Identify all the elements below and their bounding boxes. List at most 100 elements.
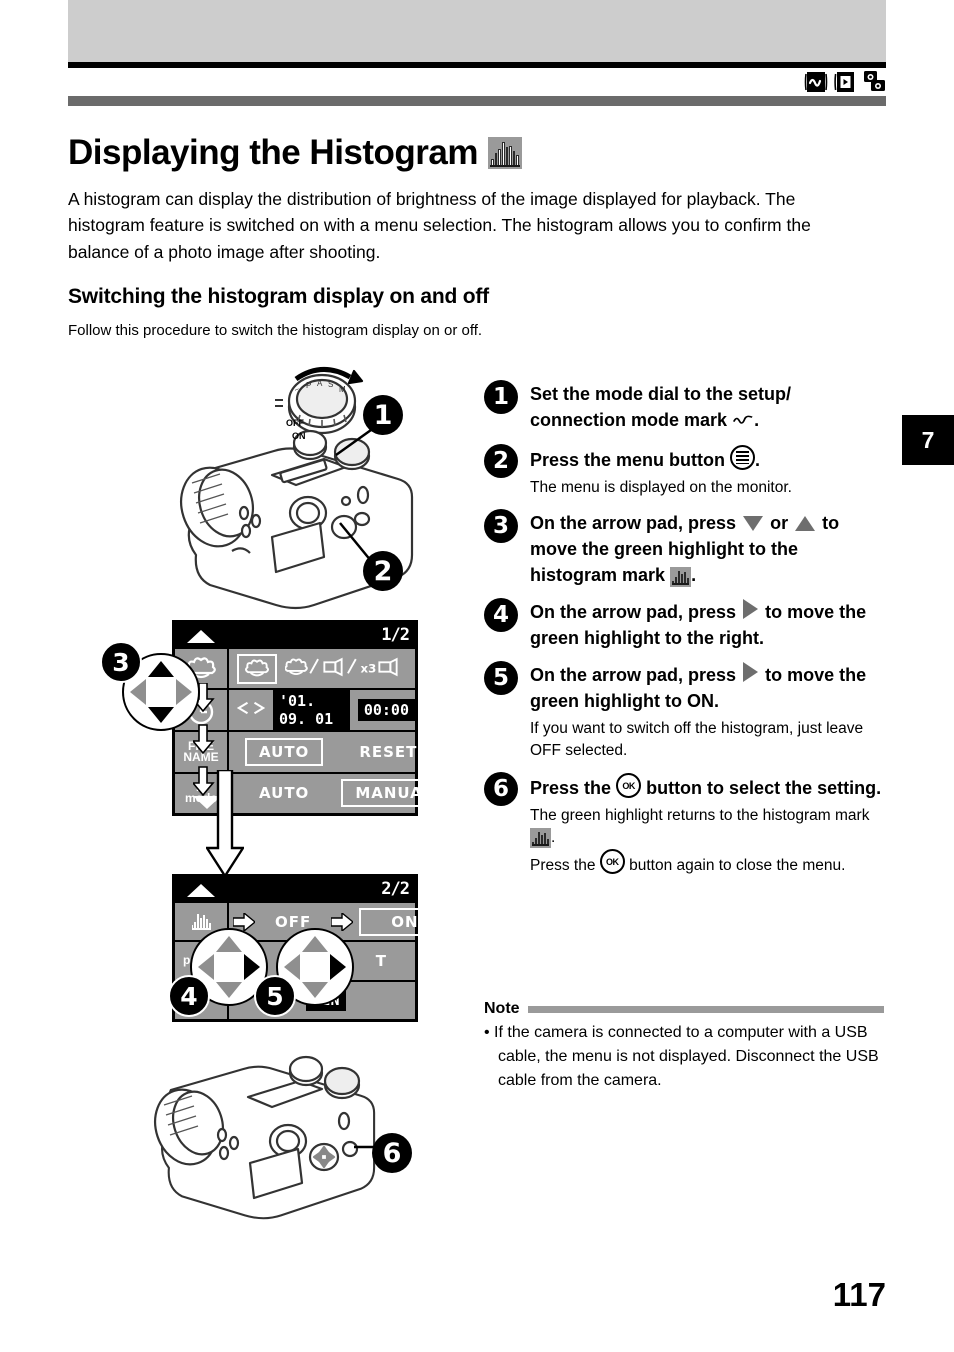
- right-triangle-icon: [743, 599, 759, 619]
- step-3-text: On the arrow pad, press or to move the g…: [530, 510, 884, 588]
- arrow-pad-right-icon: [244, 954, 260, 980]
- step-6-sub-d: Press the: [530, 857, 596, 874]
- arrow-pad-left-icon: [198, 954, 214, 980]
- header-band: [68, 0, 886, 62]
- step-1-line-a: Set the mode dial to the setup/: [530, 384, 792, 404]
- note-header: Note: [484, 1000, 884, 1018]
- svg-text:M: M: [339, 385, 346, 394]
- step-3-or: or: [770, 513, 789, 533]
- step-1-period: .: [754, 410, 760, 430]
- note-rule: [527, 1005, 884, 1013]
- page-title-text: Displaying the Histogram: [68, 133, 479, 173]
- connection-mode-mark-icon: [732, 411, 754, 432]
- step-6-line-a: Press the: [530, 778, 612, 798]
- step-1: 1 Set the mode dial to the setup/ connec…: [484, 380, 884, 434]
- callout-5-number: 5: [266, 981, 284, 1011]
- lcd1-page-indicator: 1/2: [381, 625, 410, 645]
- note-item: • If the camera is connected to a comput…: [484, 1024, 879, 1089]
- date-order-icon: [236, 700, 266, 721]
- down-triangle-icon: [743, 516, 764, 531]
- lcd2-topbar: 2/2: [175, 877, 415, 903]
- lcd1-time-value: 00:00: [357, 699, 415, 722]
- histogram-icon: [488, 137, 523, 170]
- arrow-pad-up-icon: [148, 661, 174, 677]
- step-5-text: On the arrow pad, press to move the gree…: [530, 662, 884, 714]
- callout-2: 2: [363, 551, 403, 591]
- step-6-text: Press the button to select the setting.: [530, 773, 884, 801]
- lcd1-filename-auto: AUTO: [245, 737, 324, 766]
- callout-2-number: 2: [373, 555, 393, 587]
- page-number: 117: [832, 1276, 886, 1313]
- step-1-text: Set the mode dial to the setup/ connecti…: [530, 381, 884, 434]
- arrow-pad-down-icon: [216, 982, 242, 998]
- lcd1-macro-options: x3: [284, 656, 403, 682]
- step-1-number: 1: [484, 380, 518, 414]
- step-2-subtext: The menu is displayed on the monitor.: [530, 479, 792, 496]
- step-6-sub-b: histogram mark: [762, 807, 870, 824]
- callout-4: 4: [168, 975, 210, 1017]
- step-4-text: On the arrow pad, press to move the gree…: [530, 599, 884, 651]
- menu-button-icon: [730, 445, 756, 470]
- step-4-body: On the arrow pad, press to move the gree…: [530, 598, 884, 651]
- callout-3: 3: [100, 641, 142, 683]
- step-4-line-a: On the arrow pad, press: [530, 602, 737, 622]
- step-6-number: 6: [484, 772, 518, 806]
- lcd2-scroll-up-icon: [187, 884, 215, 897]
- lcd1-mmode-manual: MANUAL: [341, 779, 448, 808]
- lcd1-date-value: '01. 09. 01: [273, 690, 350, 731]
- step-1-line-b: connection mode mark: [530, 410, 728, 430]
- right-triangle-icon: [743, 662, 759, 682]
- step-5-number: 5: [484, 661, 518, 695]
- svg-text:P: P: [306, 381, 311, 390]
- dial-off-label: OFF: [286, 418, 304, 428]
- header-rule: [68, 62, 886, 68]
- histogram-icon: [191, 912, 212, 932]
- ok-button-icon: [616, 773, 642, 798]
- flow-connector-arrow: [204, 768, 246, 882]
- up-triangle-icon: [795, 516, 816, 531]
- note-label: Note: [484, 1000, 520, 1017]
- step-6-body: Press the button to select the setting. …: [530, 772, 884, 877]
- step-5-subtext: If you want to switch off the histogram,…: [530, 720, 864, 759]
- section-subcopy: Follow this procedure to switch the hist…: [68, 322, 483, 339]
- step-5-line-a: On the arrow pad, press: [530, 665, 737, 685]
- step-6-sub-e: button again to close the menu.: [629, 857, 846, 874]
- lcd2-row2-option: T: [375, 951, 387, 970]
- lcd1-topbar: 1/2: [175, 623, 415, 649]
- arrow-pad-right-icon: [176, 679, 192, 705]
- lcd1-mmode-auto: AUTO: [259, 784, 310, 803]
- callout-5: 5: [254, 975, 296, 1017]
- step-3: 3 On the arrow pad, press or to move the…: [484, 509, 884, 588]
- arrow-pad-left-icon: [284, 954, 300, 980]
- callout-1-number: 1: [373, 399, 393, 431]
- step-1-body: Set the mode dial to the setup/ connecti…: [530, 380, 884, 434]
- intro-paragraph: A histogram can display the distribution…: [68, 188, 811, 262]
- setup-connection-mode-icon: [804, 70, 828, 94]
- ok-button-icon: [599, 849, 625, 874]
- right-arrow-icon: [331, 912, 354, 931]
- step-6-subtext: The green highlight returns to the histo…: [530, 805, 884, 877]
- steps-list: 1 Set the mode dial to the setup/ connec…: [484, 380, 884, 887]
- dual-camera-mode-icon: [862, 70, 886, 94]
- histogram-icon: [670, 567, 692, 587]
- step-3-number: 3: [484, 509, 518, 543]
- lcd1-datetime-values: '01. 09. 01 00:00: [229, 690, 415, 731]
- step-5: 5 On the arrow pad, press to move the gr…: [484, 661, 884, 762]
- title-accent-bar: [68, 96, 886, 106]
- callout-1: 1: [363, 395, 403, 435]
- step-2-text: Press the menu button .: [530, 445, 884, 473]
- callout-3-number: 3: [112, 647, 130, 677]
- step-6-line-b: button to select the setting.: [646, 778, 882, 798]
- step-6: 6 Press the button to select the setting…: [484, 772, 884, 877]
- dial-on-label: ON: [292, 431, 306, 441]
- arrow-pad-down-icon: [302, 982, 328, 998]
- step-6-sub-c: .: [551, 829, 556, 846]
- page-title: Displaying the Histogram: [68, 131, 886, 175]
- chapter-tab: 7: [902, 415, 954, 465]
- chapter-tab-number: 7: [921, 426, 935, 453]
- lcd2-histogram-values: OFF ON: [229, 903, 451, 940]
- step-4-number: 4: [484, 598, 518, 632]
- manual-page: Displaying the Histogram A histogram can…: [0, 0, 954, 1352]
- note-section: Note • If the camera is connected to a c…: [484, 1000, 884, 1093]
- arrow-pad-down-icon: [148, 707, 174, 723]
